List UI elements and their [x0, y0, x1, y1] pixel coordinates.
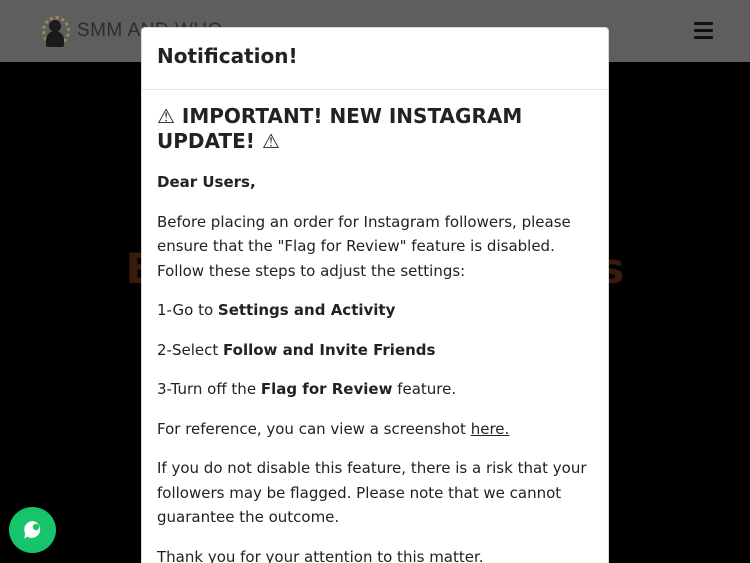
- intro-text: Before placing an order for Instagram fo…: [157, 212, 571, 280]
- announcement-heading: ⚠ IMPORTANT! NEW INSTAGRAM UPDATE! ⚠: [157, 104, 593, 154]
- step-1: 1-Go to Settings and Activity: [157, 301, 396, 319]
- step-3: 3-Turn off the Flag for Review feature.: [157, 380, 457, 398]
- greeting: Dear Users,: [157, 173, 256, 191]
- modal-header: Notification!: [142, 28, 608, 90]
- screenshot-link[interactable]: here.: [471, 420, 510, 438]
- chat-widget-button[interactable]: [9, 507, 56, 553]
- announcement-heading-text: IMPORTANT! NEW INSTAGRAM UPDATE!: [157, 104, 523, 153]
- modal-body: ⚠ IMPORTANT! NEW INSTAGRAM UPDATE! ⚠ Dea…: [142, 90, 608, 563]
- hamburger-icon[interactable]: [694, 22, 713, 39]
- chat-bubble-icon: [24, 520, 41, 539]
- thanks-text: Thank you for your attention to this mat…: [157, 547, 484, 563]
- logo-icon: [40, 14, 72, 48]
- step-2: 2-Select Follow and Invite Friends: [157, 340, 436, 359]
- warning-icon: ⚠: [157, 104, 175, 128]
- risk-text: If you do not disable this feature, ther…: [157, 459, 587, 526]
- reference-text: For reference, you can view a screenshot…: [157, 419, 510, 438]
- notification-modal: Notification! ⚠ IMPORTANT! NEW INSTAGRAM…: [141, 27, 609, 563]
- warning-icon: ⚠: [261, 129, 280, 153]
- modal-title: Notification!: [157, 44, 298, 68]
